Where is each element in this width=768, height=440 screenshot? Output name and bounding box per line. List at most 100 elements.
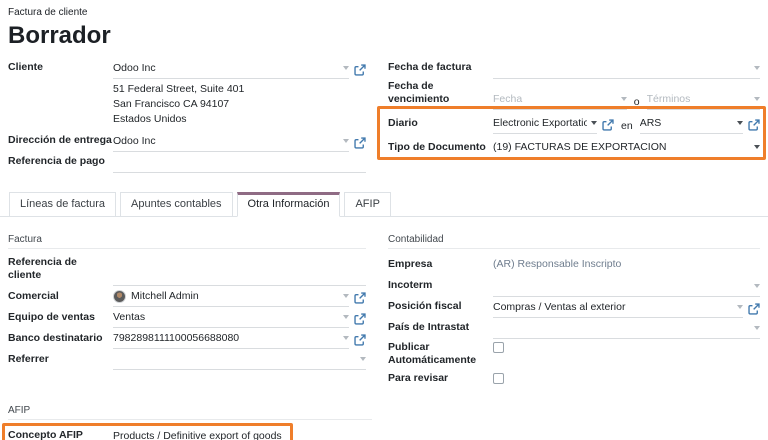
para-revisar-checkbox[interactable] [493, 373, 504, 384]
or-separator: o [627, 96, 647, 110]
contabilidad-group-heading: Contabilidad [388, 234, 760, 249]
field-row-fecha-factura: Fecha de factura [388, 59, 760, 79]
publicar-automaticamente-label: Publicar Automáticamente [388, 340, 493, 367]
external-link-icon[interactable] [748, 303, 760, 315]
external-link-icon[interactable] [354, 292, 366, 304]
address-line: San Francisco CA 94107 [113, 97, 366, 112]
banco-destinatario-value: 7982898111100056688080 [113, 332, 339, 344]
field-row-cliente: Cliente Odoo Inc [8, 59, 366, 79]
banco-destinatario-input[interactable]: 7982898111100056688080 [113, 331, 349, 349]
tipo-documento-label: Tipo de Documento [388, 141, 493, 158]
fecha-placeholder: Fecha [493, 93, 617, 105]
field-row-diario: Diario Electronic Exportation Ir en ARS [388, 111, 760, 134]
field-row-concepto-afip: Concepto AFIP Products / Definitive expo… [8, 427, 372, 440]
equipo-ventas-input[interactable]: Ventas [113, 310, 349, 328]
field-row-referrer: Referrer [8, 350, 366, 370]
cliente-input[interactable]: Odoo Inc [113, 61, 349, 79]
field-row-empresa: Empresa (AR) Responsable Inscripto [388, 256, 760, 276]
comercial-input[interactable]: Mitchell Admin [113, 289, 349, 307]
address-line: Estados Unidos [113, 112, 366, 127]
diario-label: Diario [388, 117, 493, 134]
field-row-referencia-pago: Referencia de pago [8, 153, 366, 173]
chevron-down-icon [343, 336, 349, 340]
fecha-factura-input[interactable] [493, 61, 760, 79]
terminos-pago-input[interactable]: Términos [647, 92, 760, 110]
field-row-comercial: Comercial Mitchell Admin [8, 287, 366, 307]
direccion-entrega-label: Dirección de entrega [8, 134, 113, 151]
direccion-entrega-value: Odoo Inc [113, 135, 339, 147]
concepto-afip-label: Concepto AFIP [8, 429, 113, 440]
highlighted-journal-rows: Diario Electronic Exportation Ir en ARS [388, 111, 760, 158]
incoterm-input[interactable] [493, 279, 760, 297]
field-row-referencia-cliente: Referencia de cliente [8, 256, 366, 286]
highlighted-concepto-row: Concepto AFIP Products / Definitive expo… [8, 427, 372, 440]
moneda-select[interactable]: ARS [640, 116, 743, 134]
external-link-icon[interactable] [354, 64, 366, 76]
top-left-column: Cliente Odoo Inc 51 Federal Street, Suit… [8, 59, 380, 174]
chevron-down-icon [343, 315, 349, 319]
chevron-down-icon [343, 139, 349, 143]
chevron-down-icon [754, 284, 760, 288]
afip-group: AFIP Concepto AFIP Products / Definitive… [0, 405, 380, 440]
field-row-banco-destinatario: Banco destinatario 798289811110005668808… [8, 329, 366, 349]
chevron-down-icon [343, 66, 349, 70]
external-link-icon[interactable] [602, 119, 614, 131]
chevron-down-icon [343, 294, 349, 298]
banco-destinatario-label: Banco destinatario [8, 332, 113, 349]
moneda-value: ARS [640, 117, 733, 129]
pais-intrastat-label: País de Intrastat [388, 321, 493, 338]
external-link-icon[interactable] [354, 334, 366, 346]
factura-group: Factura Referencia de cliente Comercial … [8, 234, 380, 392]
address-line: 51 Federal Street, Suite 401 [113, 82, 366, 97]
comercial-value: Mitchell Admin [131, 290, 339, 302]
direccion-entrega-input[interactable]: Odoo Inc [113, 134, 349, 152]
equipo-ventas-label: Equipo de ventas [8, 311, 113, 328]
chevron-down-icon [737, 305, 743, 309]
external-link-icon[interactable] [354, 137, 366, 149]
pais-intrastat-input[interactable] [493, 321, 760, 339]
diario-value: Electronic Exportation Ir [493, 117, 587, 129]
posicion-fiscal-value: Compras / Ventas al exterior [493, 301, 733, 313]
tab-content-otra-informacion: Factura Referencia de cliente Comercial … [0, 234, 768, 392]
tab-apuntes-contables[interactable]: Apuntes contables [120, 192, 233, 217]
concepto-afip-field[interactable]: Products / Definitive export of goods [113, 429, 372, 440]
tipo-documento-value: (19) FACTURAS DE EXPORTACION [493, 141, 750, 153]
referrer-label: Referrer [8, 353, 113, 370]
chevron-down-icon [754, 326, 760, 330]
referencia-cliente-label: Referencia de cliente [8, 256, 113, 286]
tab-afip[interactable]: AFIP [344, 192, 390, 217]
field-row-tipo-documento: Tipo de Documento (19) FACTURAS DE EXPOR… [388, 135, 760, 158]
field-row-para-revisar: Para revisar [388, 371, 760, 391]
chevron-down-icon [360, 357, 366, 361]
fecha-factura-label: Fecha de factura [388, 61, 493, 78]
referencia-pago-input[interactable] [113, 155, 366, 173]
field-row-direccion-entrega: Dirección de entrega Odoo Inc [8, 132, 366, 152]
notebook-tabs: Líneas de factura Apuntes contables Otra… [0, 192, 768, 217]
tipo-documento-select[interactable]: (19) FACTURAS DE EXPORTACION [493, 140, 760, 158]
fecha-vencimiento-date-input[interactable]: Fecha [493, 92, 627, 110]
tab-otra-informacion[interactable]: Otra Información [237, 192, 341, 217]
diario-select[interactable]: Electronic Exportation Ir [493, 116, 597, 134]
afip-group-heading: AFIP [8, 405, 372, 420]
field-row-equipo-ventas: Equipo de ventas Ventas [8, 308, 366, 328]
cliente-label: Cliente [8, 61, 113, 78]
factura-group-heading: Factura [8, 234, 366, 249]
tab-lineas-de-factura[interactable]: Líneas de factura [9, 192, 116, 217]
chevron-down-icon [591, 121, 597, 125]
incoterm-label: Incoterm [388, 279, 493, 296]
referencia-cliente-input[interactable] [113, 268, 366, 286]
cliente-address: 51 Federal Street, Suite 401 San Francis… [113, 80, 366, 132]
field-row-fecha-vencimiento: Fecha de vencimiento Fecha o Términos [388, 80, 760, 110]
external-link-icon[interactable] [354, 313, 366, 325]
referrer-input[interactable] [113, 352, 366, 370]
contabilidad-group: Contabilidad Empresa (AR) Responsable In… [380, 234, 760, 392]
invoice-form-page: Factura de cliente Borrador Cliente Odoo… [0, 0, 768, 440]
field-row-publicar-automaticamente: Publicar Automáticamente [388, 340, 760, 370]
field-row-pais-intrastat: País de Intrastat [388, 319, 760, 339]
form-header: Factura de cliente Borrador [0, 0, 768, 50]
publicar-automaticamente-checkbox[interactable] [493, 342, 504, 353]
referencia-pago-label: Referencia de pago [8, 155, 113, 172]
breadcrumb[interactable]: Factura de cliente [8, 7, 760, 18]
posicion-fiscal-input[interactable]: Compras / Ventas al exterior [493, 300, 743, 318]
external-link-icon[interactable] [748, 119, 760, 131]
